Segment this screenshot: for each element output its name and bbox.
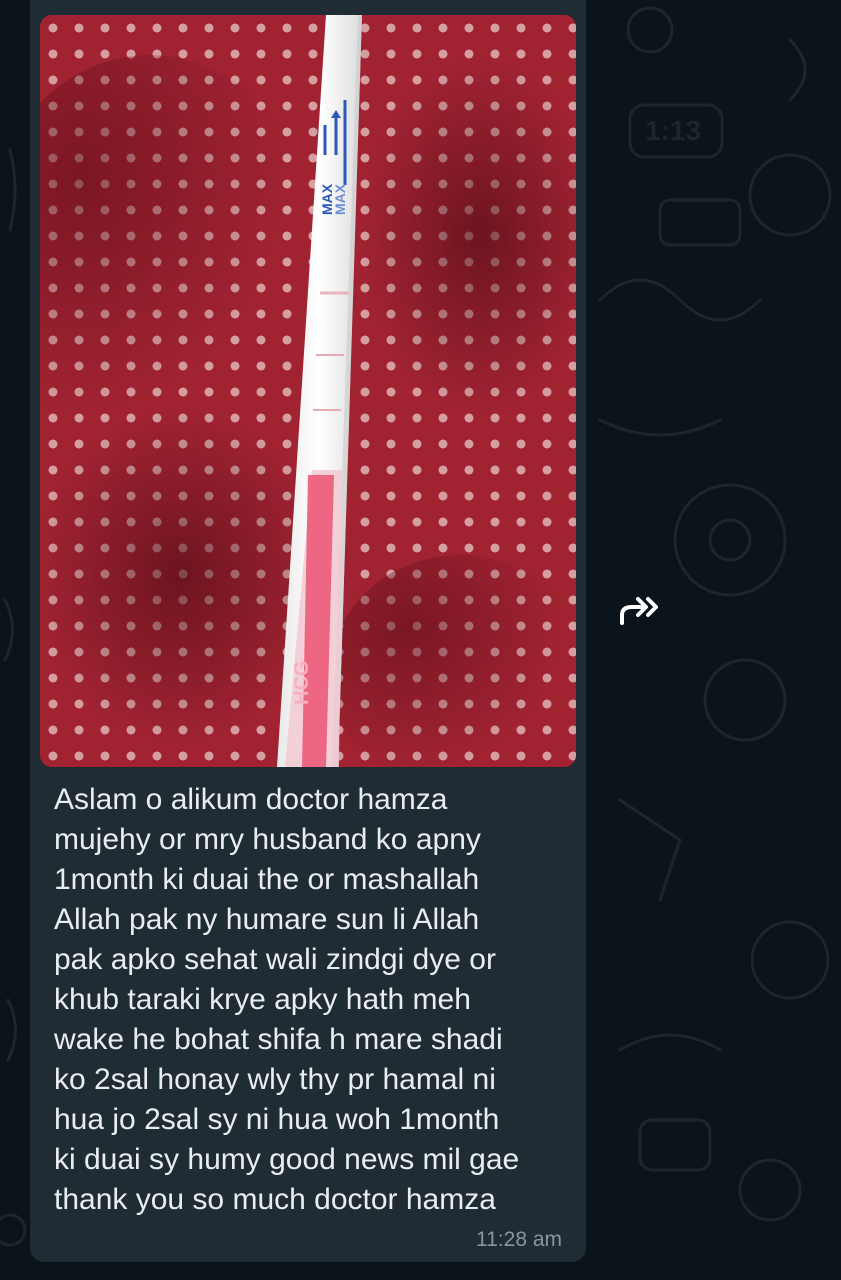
message-photo[interactable]: MAX MAX HCG <box>40 15 576 767</box>
message-bubble[interactable]: MAX MAX HCG Aslam o alikum doctor hamza … <box>30 0 586 1262</box>
svg-text:1:13: 1:13 <box>645 115 701 146</box>
message-caption: Aslam o alikum doctor hamza mujehy or mr… <box>54 783 520 1216</box>
svg-text:HCG: HCG <box>291 661 313 705</box>
svg-text:MAX: MAX <box>332 183 348 215</box>
forward-icon <box>616 593 664 632</box>
message-timestamp: 11:28 am <box>476 1228 562 1251</box>
pregnancy-test-photo: MAX MAX HCG <box>40 15 576 767</box>
forward-button[interactable] <box>603 583 677 641</box>
